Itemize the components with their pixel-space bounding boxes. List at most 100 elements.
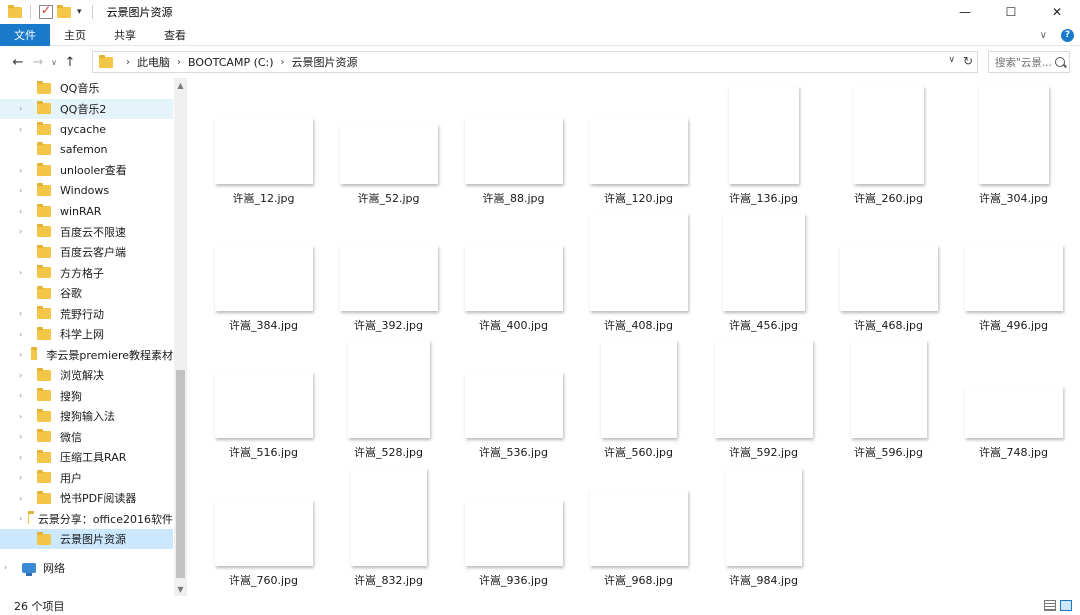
help-icon[interactable]: ? xyxy=(1061,28,1074,42)
sidebar-item[interactable]: › 搜狗输入法 xyxy=(0,406,173,426)
tab-home[interactable]: 主页 xyxy=(50,24,100,46)
file-item[interactable]: 许嵩_528.jpg xyxy=(326,338,451,468)
file-name[interactable]: 许嵩_832.jpg xyxy=(326,572,451,588)
file-name[interactable]: 许嵩_304.jpg xyxy=(951,190,1076,206)
expand-chevron-icon[interactable]: › xyxy=(19,412,31,421)
image-thumbnail[interactable] xyxy=(465,372,563,438)
file-name[interactable]: 许嵩_936.jpg xyxy=(451,572,576,588)
sidebar-item[interactable]: 谷歌 xyxy=(0,283,173,303)
sidebar-item[interactable]: › 云景分享：office2016软件 xyxy=(0,509,173,529)
image-thumbnail[interactable] xyxy=(715,340,813,438)
file-name[interactable]: 许嵩_516.jpg xyxy=(201,444,326,460)
file-item[interactable]: 许嵩_304.jpg xyxy=(951,84,1076,214)
file-item[interactable]: 许嵩_468.jpg xyxy=(826,211,951,341)
image-thumbnail[interactable] xyxy=(590,213,688,311)
file-item[interactable]: 许嵩_88.jpg xyxy=(451,84,576,214)
sidebar-item[interactable]: › 搜狗 xyxy=(0,386,173,406)
image-thumbnail[interactable] xyxy=(340,245,438,311)
file-item[interactable]: 许嵩_456.jpg xyxy=(701,211,826,341)
close-button[interactable]: ✕ xyxy=(1034,0,1080,24)
expand-ribbon-icon[interactable]: ∨ xyxy=(1040,30,1047,41)
sidebar-item[interactable]: › 压缩工具RAR xyxy=(0,447,173,467)
file-name[interactable]: 许嵩_408.jpg xyxy=(576,317,701,333)
image-thumbnail[interactable] xyxy=(979,86,1049,184)
file-name[interactable]: 许嵩_592.jpg xyxy=(701,444,826,460)
file-item[interactable]: 许嵩_120.jpg xyxy=(576,84,701,214)
sidebar-item[interactable]: QQ音乐 xyxy=(0,78,173,98)
file-name[interactable]: 许嵩_468.jpg xyxy=(826,317,951,333)
file-name[interactable]: 许嵩_984.jpg xyxy=(701,572,826,588)
image-thumbnail[interactable] xyxy=(465,500,563,566)
minimize-button[interactable]: — xyxy=(942,0,988,24)
chevron-right-icon[interactable]: › xyxy=(177,57,181,68)
recent-locations-icon[interactable]: ∨ xyxy=(48,51,60,73)
file-name[interactable]: 许嵩_560.jpg xyxy=(576,444,701,460)
image-thumbnail[interactable] xyxy=(215,118,313,184)
image-thumbnail[interactable] xyxy=(723,213,805,311)
sidebar-item[interactable]: › 微信 xyxy=(0,427,173,447)
file-name[interactable]: 许嵩_260.jpg xyxy=(826,190,951,206)
file-name[interactable]: 许嵩_536.jpg xyxy=(451,444,576,460)
expand-chevron-icon[interactable]: › xyxy=(19,166,31,175)
tab-file[interactable]: 文件 xyxy=(0,23,50,46)
details-view-icon[interactable] xyxy=(1044,600,1056,611)
expand-chevron-icon[interactable]: › xyxy=(19,207,31,216)
file-name[interactable]: 许嵩_12.jpg xyxy=(201,190,326,206)
file-item[interactable]: 许嵩_936.jpg xyxy=(451,466,576,596)
image-thumbnail[interactable] xyxy=(340,124,438,184)
file-item[interactable]: 许嵩_984.jpg xyxy=(701,466,826,596)
expand-chevron-icon[interactable]: › xyxy=(19,309,31,318)
file-item[interactable]: 许嵩_384.jpg xyxy=(201,211,326,341)
file-item[interactable]: 许嵩_136.jpg xyxy=(701,84,826,214)
sidebar-item[interactable]: › winRAR xyxy=(0,201,173,221)
refresh-icon[interactable]: ↻ xyxy=(963,54,973,68)
sidebar-item[interactable]: › 百度云不限速 xyxy=(0,222,173,242)
expand-chevron-icon[interactable]: › xyxy=(19,350,25,359)
breadcrumb-drive[interactable]: BOOTCAMP (C:) xyxy=(188,56,274,69)
sidebar-item[interactable]: 云景图片资源 xyxy=(0,529,173,549)
file-name[interactable]: 许嵩_88.jpg xyxy=(451,190,576,206)
sidebar-item[interactable]: › 荒野行动 xyxy=(0,304,173,324)
image-thumbnail[interactable] xyxy=(215,245,313,311)
sidebar-item[interactable]: › unlooler查看 xyxy=(0,160,173,180)
expand-chevron-icon[interactable]: › xyxy=(19,125,31,134)
sidebar-item[interactable]: › 科学上网 xyxy=(0,324,173,344)
image-thumbnail[interactable] xyxy=(965,386,1063,438)
image-thumbnail[interactable] xyxy=(965,245,1063,311)
file-item[interactable]: 许嵩_968.jpg xyxy=(576,466,701,596)
file-name[interactable]: 许嵩_968.jpg xyxy=(576,572,701,588)
sidebar-item[interactable]: › 用户 xyxy=(0,468,173,488)
customize-toolbar-icon[interactable]: ▾ xyxy=(75,7,84,17)
file-name[interactable]: 许嵩_400.jpg xyxy=(451,317,576,333)
expand-chevron-icon[interactable]: › xyxy=(19,227,31,236)
image-thumbnail[interactable] xyxy=(726,468,802,566)
expand-chevron-icon[interactable]: › xyxy=(19,371,31,380)
tab-share[interactable]: 共享 xyxy=(100,24,150,46)
file-item[interactable]: 许嵩_496.jpg xyxy=(951,211,1076,341)
file-item[interactable]: 许嵩_760.jpg xyxy=(201,466,326,596)
new-folder-icon[interactable] xyxy=(57,4,71,18)
file-name[interactable]: 许嵩_120.jpg xyxy=(576,190,701,206)
scrollbar-thumb[interactable] xyxy=(176,370,185,578)
file-name[interactable]: 许嵩_456.jpg xyxy=(701,317,826,333)
file-item[interactable]: 许嵩_560.jpg xyxy=(576,338,701,468)
file-item[interactable]: 许嵩_408.jpg xyxy=(576,211,701,341)
nav-scrollbar[interactable]: ▲ ▼ xyxy=(174,78,187,596)
breadcrumb-folder[interactable]: 云景图片资源 xyxy=(292,54,358,70)
chevron-down-icon[interactable]: ∨ xyxy=(948,55,955,65)
file-name[interactable]: 许嵩_392.jpg xyxy=(326,317,451,333)
sidebar-item-network[interactable]: › 网络 xyxy=(0,558,173,578)
sidebar-item[interactable]: › 方方格子 xyxy=(0,263,173,283)
file-name[interactable]: 许嵩_52.jpg xyxy=(326,190,451,206)
file-name[interactable]: 许嵩_596.jpg xyxy=(826,444,951,460)
file-item[interactable]: 许嵩_536.jpg xyxy=(451,338,576,468)
properties-icon[interactable] xyxy=(39,3,53,19)
expand-chevron-icon[interactable]: › xyxy=(19,494,31,503)
image-thumbnail[interactable] xyxy=(351,468,427,566)
expand-chevron-icon[interactable]: › xyxy=(19,104,31,113)
file-item[interactable]: 许嵩_516.jpg xyxy=(201,338,326,468)
sidebar-item[interactable]: › 李云景premiere教程素材 xyxy=(0,345,173,365)
sidebar-item[interactable]: › 浏览解决 xyxy=(0,365,173,385)
breadcrumb-this-pc[interactable]: 此电脑 xyxy=(137,54,170,70)
file-item[interactable]: 许嵩_260.jpg xyxy=(826,84,951,214)
